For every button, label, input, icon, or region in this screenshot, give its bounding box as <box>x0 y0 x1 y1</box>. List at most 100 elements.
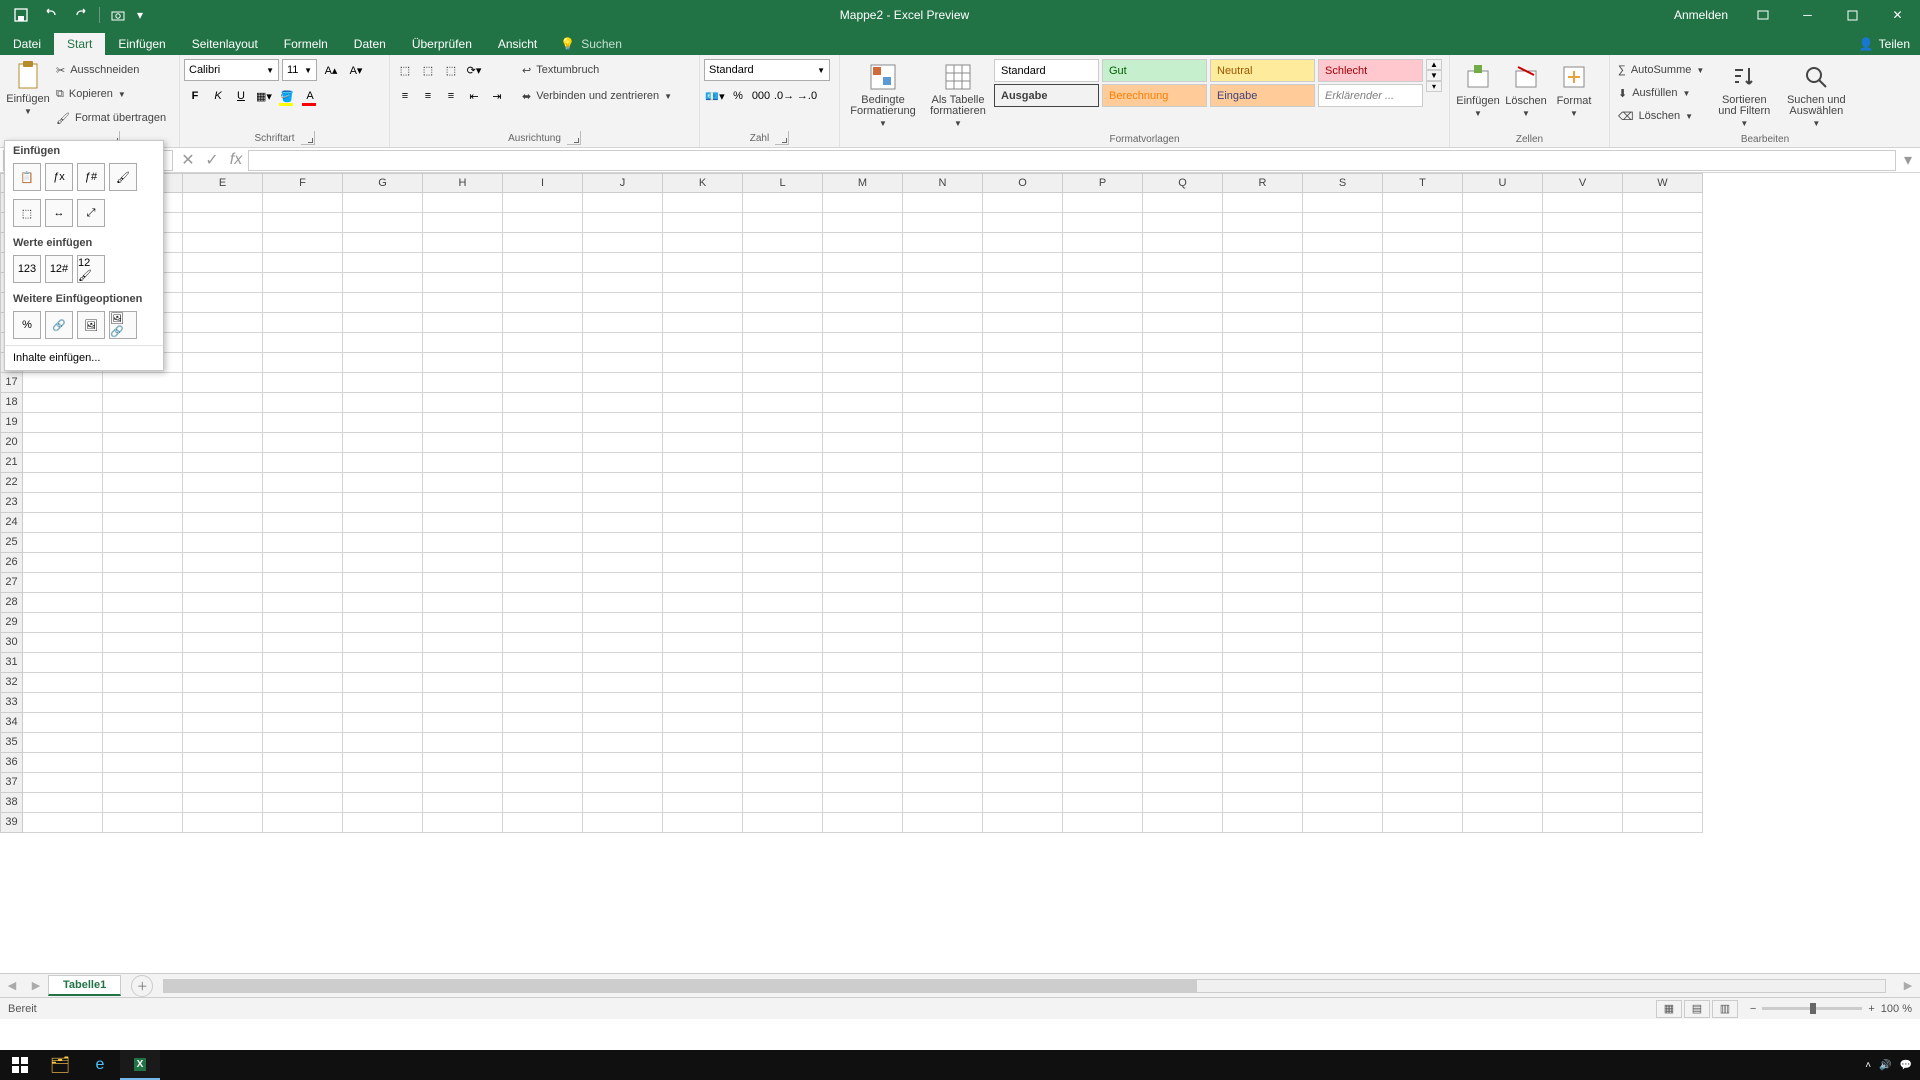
cell[interactable] <box>343 353 423 373</box>
cell[interactable] <box>743 513 823 533</box>
number-format-combo[interactable]: Standard▼ <box>704 59 830 81</box>
column-header[interactable]: T <box>1383 173 1463 193</box>
cell[interactable] <box>23 553 103 573</box>
cell[interactable] <box>503 353 583 373</box>
cell[interactable] <box>1463 753 1543 773</box>
cell[interactable] <box>423 573 503 593</box>
cell[interactable] <box>1463 773 1543 793</box>
cell[interactable] <box>263 253 343 273</box>
cell[interactable] <box>23 613 103 633</box>
cell[interactable] <box>583 533 663 553</box>
cell[interactable] <box>583 333 663 353</box>
cell[interactable] <box>263 593 343 613</box>
cell[interactable] <box>1383 433 1463 453</box>
cell[interactable] <box>263 273 343 293</box>
cell[interactable] <box>983 453 1063 473</box>
cell[interactable] <box>1383 813 1463 833</box>
cell[interactable] <box>1143 573 1223 593</box>
cell[interactable] <box>743 493 823 513</box>
cell[interactable] <box>183 333 263 353</box>
enter-formula-icon[interactable]: ✓ <box>200 150 224 171</box>
cell[interactable] <box>503 653 583 673</box>
cell[interactable] <box>983 553 1063 573</box>
cell[interactable] <box>1383 213 1463 233</box>
cell[interactable] <box>263 353 343 373</box>
cell[interactable] <box>1463 633 1543 653</box>
column-header[interactable]: Q <box>1143 173 1223 193</box>
cell[interactable] <box>1143 653 1223 673</box>
cell[interactable] <box>823 513 903 533</box>
fx-icon[interactable]: fx <box>224 150 248 171</box>
cell[interactable] <box>1543 373 1623 393</box>
tab-ueberpruefen[interactable]: Überprüfen <box>399 33 485 55</box>
row-header[interactable]: 37 <box>0 773 23 793</box>
zoom-in-icon[interactable]: + <box>1868 1003 1874 1015</box>
cell[interactable] <box>343 533 423 553</box>
horizontal-scrollbar[interactable] <box>163 979 1886 993</box>
cell[interactable] <box>663 353 743 373</box>
cell[interactable] <box>823 693 903 713</box>
hscroll-right-icon[interactable]: ▶ <box>1896 979 1920 992</box>
row-header[interactable]: 28 <box>0 593 23 613</box>
cell[interactable] <box>263 233 343 253</box>
cell[interactable] <box>263 213 343 233</box>
cell[interactable] <box>423 733 503 753</box>
insert-cells-button[interactable]: Einfügen▼ <box>1454 59 1502 120</box>
cell[interactable] <box>1303 313 1383 333</box>
cell[interactable] <box>503 493 583 513</box>
cell[interactable] <box>823 673 903 693</box>
cell[interactable] <box>1223 673 1303 693</box>
cell[interactable] <box>263 393 343 413</box>
cell[interactable] <box>1143 773 1223 793</box>
cell[interactable] <box>823 193 903 213</box>
column-header[interactable]: H <box>423 173 503 193</box>
cell[interactable] <box>583 193 663 213</box>
cell[interactable] <box>1063 193 1143 213</box>
cell[interactable] <box>103 373 183 393</box>
cell[interactable] <box>823 593 903 613</box>
cell[interactable] <box>1303 613 1383 633</box>
cell[interactable] <box>23 573 103 593</box>
cell[interactable] <box>983 813 1063 833</box>
cell[interactable] <box>743 653 823 673</box>
cell[interactable] <box>1543 393 1623 413</box>
cell[interactable] <box>983 273 1063 293</box>
paste-special-item[interactable]: Inhalte einfügen... <box>5 345 163 370</box>
cell[interactable] <box>423 673 503 693</box>
cell[interactable] <box>1223 813 1303 833</box>
cell[interactable] <box>23 773 103 793</box>
cell[interactable] <box>1303 373 1383 393</box>
cell[interactable] <box>983 653 1063 673</box>
cell[interactable] <box>343 553 423 573</box>
cell[interactable] <box>1623 433 1703 453</box>
cell[interactable] <box>183 773 263 793</box>
cell[interactable] <box>23 453 103 473</box>
cell[interactable] <box>503 753 583 773</box>
cell[interactable] <box>1303 813 1383 833</box>
cell[interactable] <box>423 813 503 833</box>
cell[interactable] <box>1223 253 1303 273</box>
cell[interactable] <box>663 513 743 533</box>
cell[interactable] <box>1063 293 1143 313</box>
cell[interactable] <box>503 433 583 453</box>
cell[interactable] <box>1143 233 1223 253</box>
cell[interactable] <box>103 493 183 513</box>
cell[interactable] <box>983 393 1063 413</box>
cell[interactable] <box>1223 413 1303 433</box>
cell[interactable] <box>1543 313 1623 333</box>
cell[interactable] <box>1143 293 1223 313</box>
excel-taskbar-icon[interactable]: X <box>120 1050 160 1080</box>
decrease-font-icon[interactable]: A▾ <box>345 59 367 81</box>
cell[interactable] <box>1143 433 1223 453</box>
cell[interactable] <box>343 733 423 753</box>
italic-button[interactable]: K <box>207 85 229 107</box>
cell[interactable] <box>983 793 1063 813</box>
cell[interactable] <box>263 453 343 473</box>
cell[interactable] <box>583 633 663 653</box>
cell[interactable] <box>1383 713 1463 733</box>
cell[interactable] <box>903 193 983 213</box>
paste-values-icon[interactable]: 123 <box>13 255 41 283</box>
cell[interactable] <box>1543 653 1623 673</box>
cell[interactable] <box>503 233 583 253</box>
format-as-table-button[interactable]: Als Tabelle formatieren▼ <box>922 59 994 130</box>
